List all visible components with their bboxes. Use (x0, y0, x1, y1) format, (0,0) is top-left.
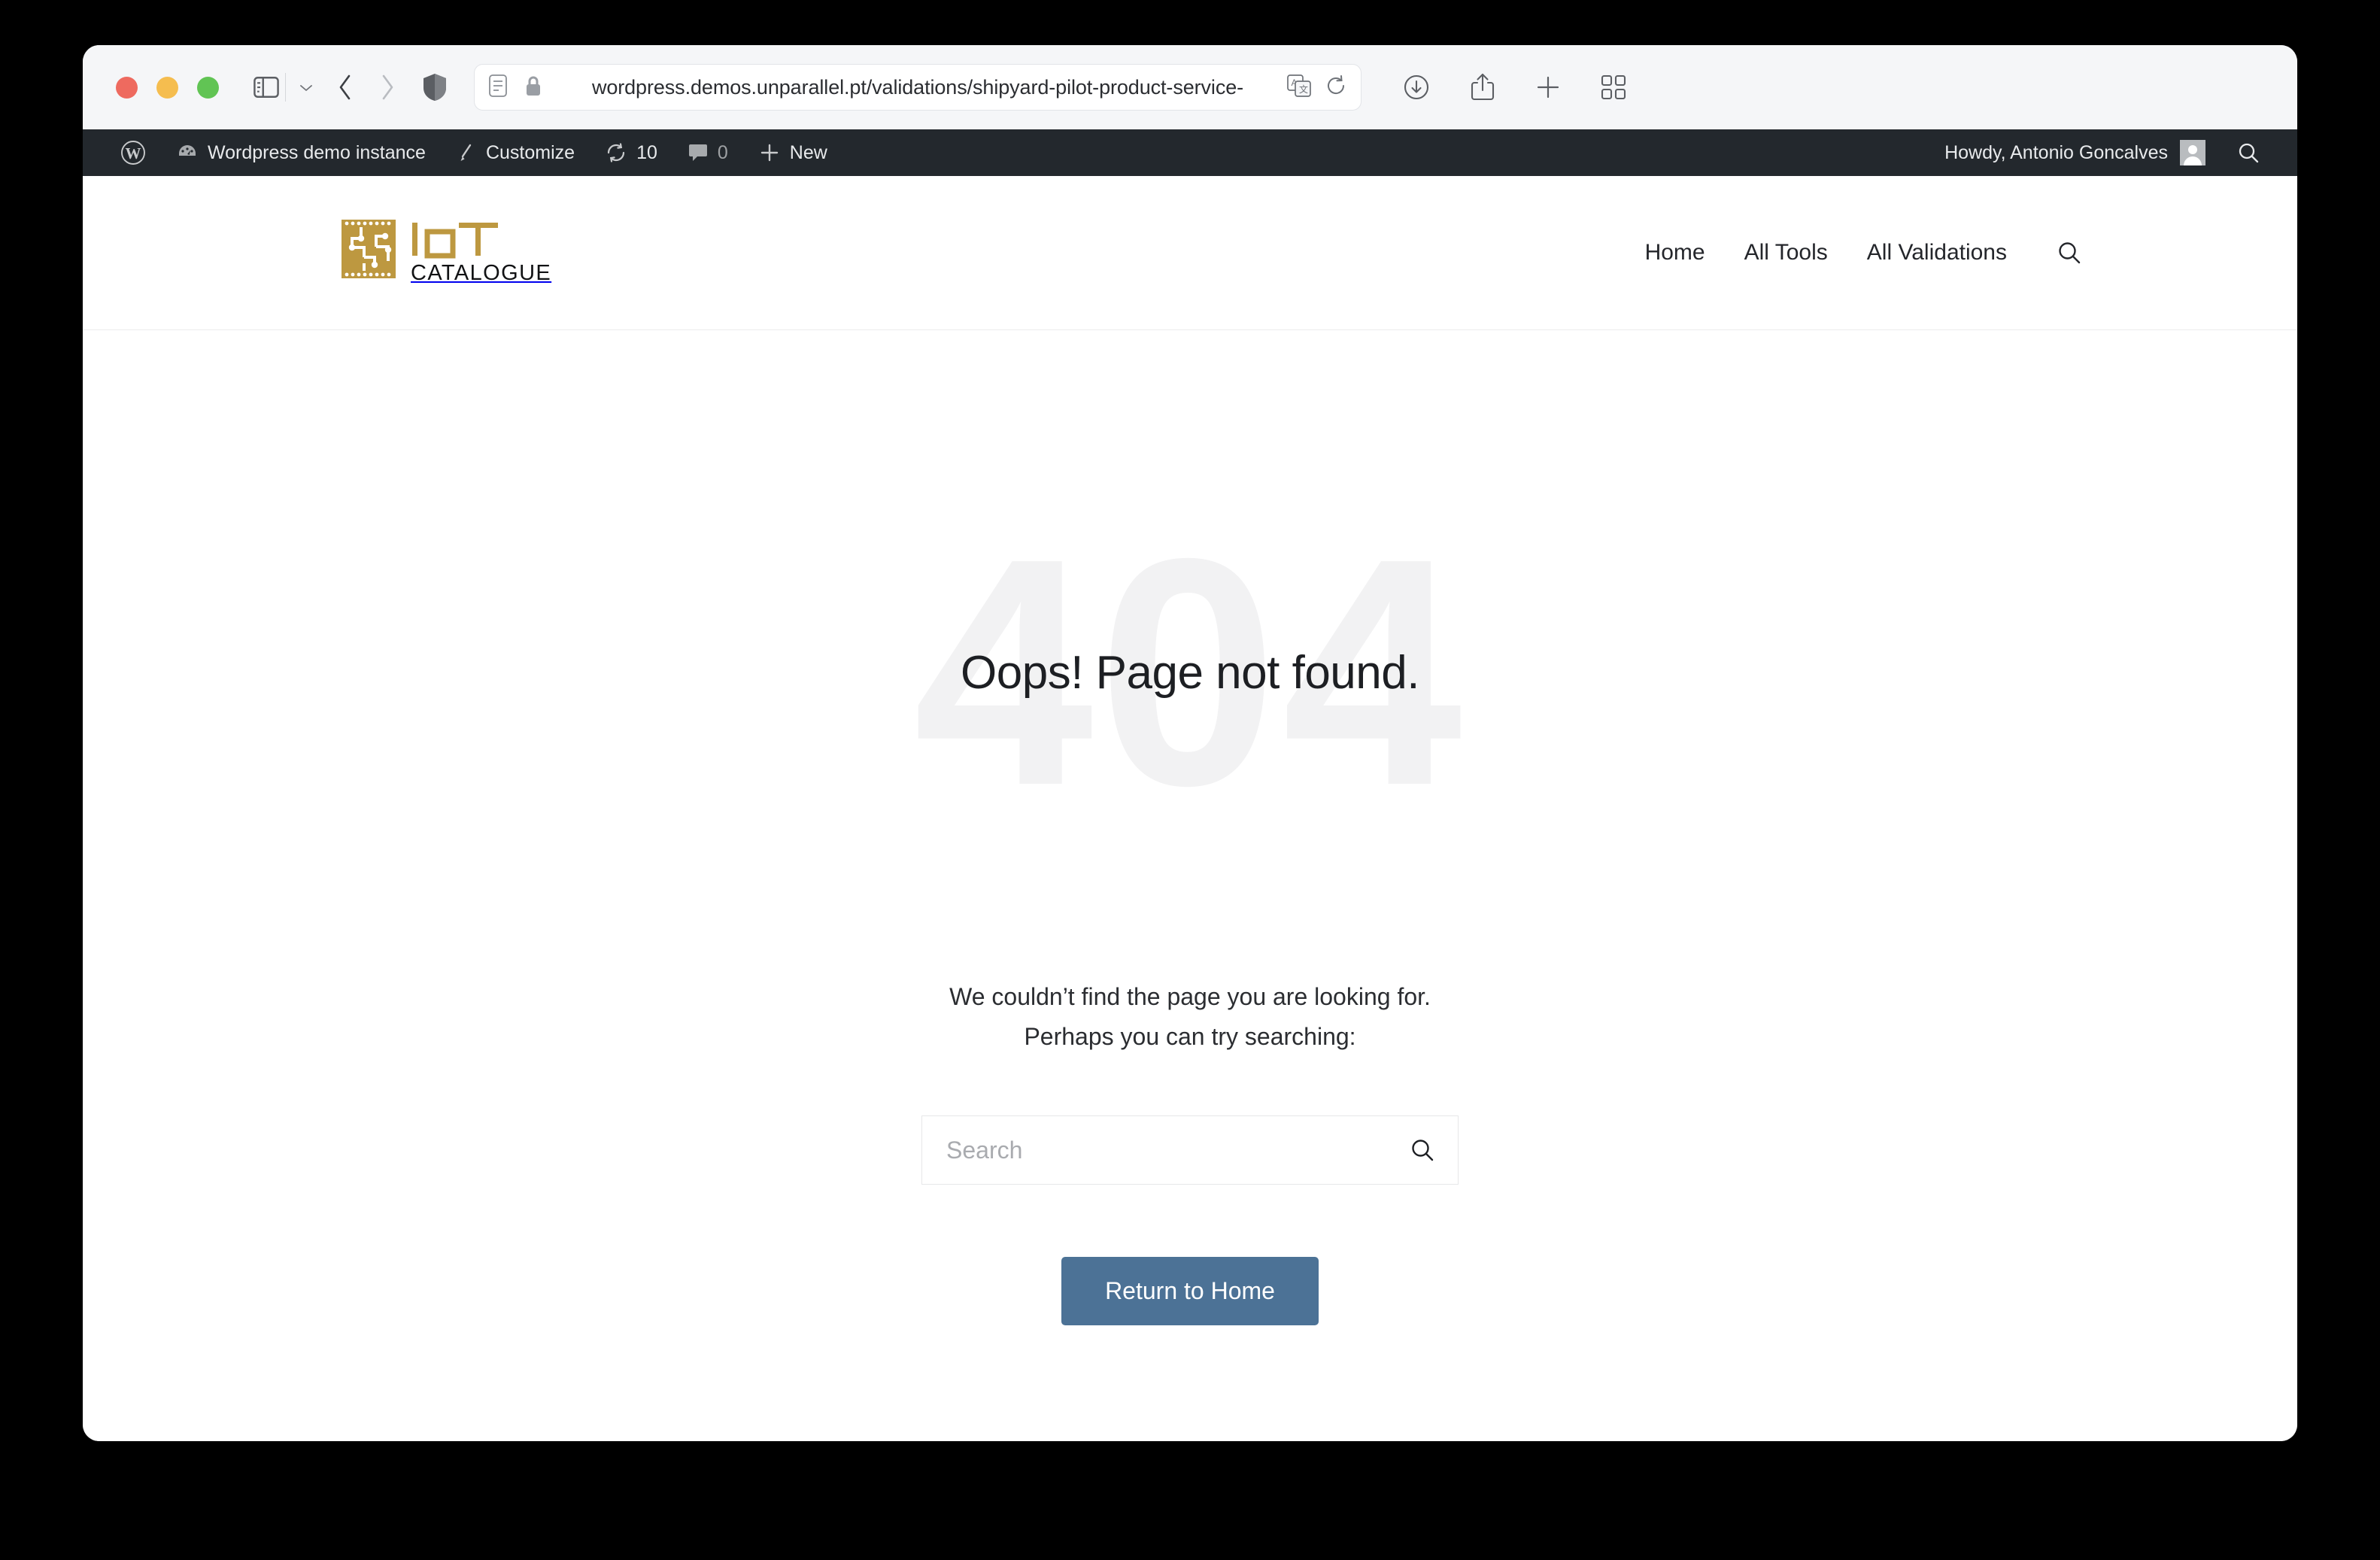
error-message-line-1: We couldn’t find the page you are lookin… (949, 983, 1431, 1010)
search-form (921, 1115, 1459, 1185)
admin-bar-customize[interactable]: Customize (441, 129, 590, 176)
site-header: CATALOGUE Home All Tools All Validations (83, 176, 2297, 330)
toolbar-right-actions (1402, 72, 1626, 102)
plus-icon[interactable] (1535, 74, 1562, 101)
site-logo-text: CATALOGUE (411, 221, 551, 286)
nav-item-all-validations[interactable]: All Validations (1867, 240, 2007, 266)
sidebar-icon[interactable] (253, 76, 279, 99)
search-section (83, 1115, 2297, 1185)
toolbar-divider (285, 73, 286, 102)
admin-bar-right: Howdy, Antonio Goncalves (1931, 140, 2272, 165)
browser-toolbar: wordpress.demos.unparallel.pt/validation… (83, 45, 2297, 129)
return-to-home-button[interactable]: Return to Home (1061, 1257, 1319, 1326)
iot-circuit-logo-icon (342, 220, 396, 278)
forward-arrow-icon[interactable] (379, 73, 396, 102)
admin-bar-new[interactable]: New (743, 129, 842, 176)
address-bar-url[interactable]: wordpress.demos.unparallel.pt/validation… (475, 76, 1361, 99)
navigation-arrows[interactable] (337, 73, 396, 102)
site-logo-subtitle: CATALOGUE (411, 261, 552, 285)
admin-bar-site-name[interactable]: Wordpress demo instance (161, 129, 441, 176)
admin-bar-comments[interactable]: 0 (672, 129, 743, 176)
admin-bar-search-icon[interactable] (2219, 141, 2272, 164)
privacy-shield-icon[interactable] (423, 73, 447, 102)
admin-bar-site-name-label: Wordpress demo instance (208, 141, 426, 163)
error-message: We couldn’t find the page you are lookin… (83, 977, 2297, 1057)
address-bar-right-icons: A 文 (1287, 74, 1347, 101)
nav-item-home[interactable]: Home (1645, 240, 1705, 266)
site-navigation: Home All Tools All Validations (1645, 240, 2082, 266)
admin-bar-new-label: New (789, 141, 827, 163)
admin-bar-updates-count: 10 (636, 141, 657, 163)
browser-window: wordpress.demos.unparallel.pt/validation… (83, 45, 2297, 1441)
tab-overview-icon[interactable] (1601, 74, 1626, 100)
error-hero: 404 Oops! Page not found. (83, 511, 2297, 834)
admin-bar-left: W Wordpress demo instance Customize 10 0… (105, 129, 842, 176)
comment-bubble-icon (688, 141, 709, 164)
home-button-section: Return to Home (83, 1257, 2297, 1326)
error-message-line-2: Perhaps you can try searching: (1024, 1023, 1356, 1051)
search-submit-button[interactable] (1410, 1137, 1435, 1163)
back-arrow-icon[interactable] (337, 73, 354, 102)
avatar (2180, 140, 2205, 165)
share-icon[interactable] (1470, 72, 1495, 102)
wp-logo-glyph: W (120, 140, 146, 165)
translate-icon[interactable]: A 文 (1287, 74, 1311, 101)
admin-bar-howdy-label: Howdy, Antonio Goncalves (1944, 141, 2168, 163)
updates-icon (605, 141, 627, 164)
plus-icon (758, 141, 781, 164)
paintbrush-icon (456, 141, 477, 164)
reload-icon[interactable] (1326, 74, 1347, 101)
address-bar[interactable]: wordpress.demos.unparallel.pt/validation… (474, 64, 1362, 111)
admin-bar-updates[interactable]: 10 (590, 129, 672, 176)
admin-bar-comments-count: 0 (717, 141, 728, 163)
window-controls[interactable] (116, 76, 219, 99)
page-content: 404 Oops! Page not found. We couldn’t fi… (83, 330, 2297, 1441)
close-window-button[interactable] (116, 76, 138, 99)
downloads-icon[interactable] (1402, 73, 1431, 102)
avatar-glyph (2180, 140, 2205, 165)
admin-bar-customize-label: Customize (485, 141, 575, 163)
nav-search-icon[interactable] (2057, 240, 2082, 266)
wordpress-admin-bar: W Wordpress demo instance Customize 10 0… (83, 129, 2297, 176)
wordpress-logo-icon[interactable]: W (105, 129, 161, 176)
maximize-window-button[interactable] (197, 76, 219, 99)
site-logo-title (411, 221, 551, 259)
dashboard-icon (176, 141, 199, 164)
svg-text:文: 文 (1299, 83, 1308, 95)
chevron-down-icon[interactable] (298, 82, 314, 93)
admin-bar-account[interactable]: Howdy, Antonio Goncalves (1931, 140, 2219, 165)
site-logo[interactable]: CATALOGUE (342, 220, 551, 286)
page-title: Oops! Page not found. (961, 646, 1419, 699)
nav-item-all-tools[interactable]: All Tools (1744, 240, 1828, 266)
search-input[interactable] (946, 1136, 1410, 1164)
svg-text:W: W (126, 144, 141, 162)
minimize-window-button[interactable] (156, 76, 178, 99)
